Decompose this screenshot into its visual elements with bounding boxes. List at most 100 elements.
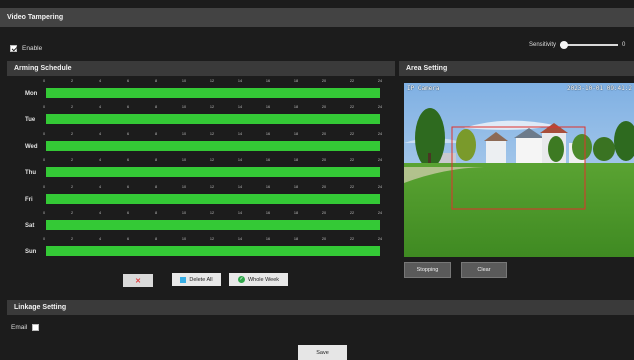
close-icon: ✕ (135, 277, 141, 285)
hour-tick: 22 (349, 79, 355, 83)
hour-tick: 0 (42, 184, 46, 189)
video-preview[interactable]: IP Camera 2023-10-01 09:41:2 (404, 83, 634, 257)
sensitivity-slider-handle[interactable] (560, 41, 569, 49)
hour-tick: 18 (293, 105, 299, 110)
save-button[interactable]: Save (298, 345, 347, 360)
delete-all-button[interactable]: Delete All (172, 273, 221, 286)
hour-tick: 6 (126, 131, 130, 136)
hour-tick: 0 (42, 211, 46, 215)
hour-tick: 4 (98, 131, 102, 136)
hour-tick: 22 (349, 184, 355, 189)
whole-week-label: Whole Week (247, 276, 280, 283)
linkage-setting-title: Linkage Setting (14, 304, 67, 311)
linkage-setting-header: Linkage Setting (7, 300, 634, 315)
schedule-bar[interactable] (46, 246, 380, 257)
hour-tick: 4 (98, 158, 102, 163)
clear-button[interactable]: Clear (461, 262, 507, 278)
hour-tick: 10 (181, 158, 187, 163)
hour-tick: 4 (98, 211, 102, 215)
hour-tick: 18 (293, 131, 299, 136)
hour-ticks: 0 2 4 6 8 10 12 14 16 18 20 22 24 (42, 211, 383, 220)
hour-tick: 0 (42, 79, 46, 83)
hour-tick: 18 (293, 237, 299, 242)
sensitivity-slider[interactable] (560, 41, 619, 49)
enable-row: Enable (10, 45, 42, 52)
hour-tick: 16 (265, 79, 271, 83)
hour-tick: 20 (321, 105, 327, 110)
hour-tick: 8 (154, 184, 158, 189)
schedule-bar[interactable] (46, 167, 380, 178)
hour-tick: 18 (293, 211, 299, 215)
hour-tick: 4 (98, 105, 102, 110)
schedule-bar[interactable] (46, 88, 380, 98)
hour-ticks: 0 2 4 6 8 10 12 14 16 18 20 22 24 (42, 131, 383, 141)
hour-tick: 0 (42, 158, 46, 163)
camera-scene (404, 83, 634, 257)
sensitivity-control: Sensitivity 0 (529, 41, 626, 49)
hour-tick: 14 (237, 211, 243, 215)
hour-tick: 10 (181, 79, 187, 83)
timestamp-overlay: 2023-10-01 09:41:2 (566, 85, 632, 92)
hour-tick: 12 (209, 158, 215, 163)
schedule-row: Sun 0 2 4 6 8 10 12 14 16 18 20 22 24 (7, 236, 395, 262)
hour-tick: 8 (154, 237, 158, 242)
hour-tick: 2 (70, 79, 74, 83)
hour-tick: 14 (237, 237, 243, 242)
hour-tick: 2 (70, 158, 74, 163)
stop-drawing-button[interactable]: Stopping (404, 262, 451, 278)
hour-tick: 22 (349, 158, 355, 163)
delete-all-label: Delete All (189, 276, 213, 283)
email-checkbox[interactable] (32, 324, 40, 331)
hour-tick: 16 (265, 105, 271, 110)
enable-label: Enable (22, 45, 43, 52)
schedule-bar[interactable] (46, 114, 380, 125)
hour-tick: 16 (265, 211, 271, 215)
hour-tick: 10 (181, 131, 187, 136)
schedule-row: Sat 0 2 4 6 8 10 12 14 16 18 20 22 24 (7, 210, 395, 236)
hour-tick: 10 (181, 237, 187, 242)
day-label: Sat (25, 223, 35, 229)
arming-schedule-header: Arming Schedule (7, 61, 395, 76)
hour-tick: 24 (377, 211, 383, 215)
schedule-bar[interactable] (46, 220, 380, 230)
hour-tick: 22 (349, 237, 355, 242)
email-row: Email (11, 324, 40, 331)
day-label: Thu (25, 170, 36, 177)
schedule-row: Tue 0 2 4 6 8 10 12 14 16 18 20 22 24 (7, 104, 395, 130)
camera-name-overlay: IP Camera (407, 85, 440, 92)
hour-tick: 14 (237, 79, 243, 83)
hour-tick: 12 (209, 131, 215, 136)
hour-tick: 12 (209, 211, 215, 215)
schedule-bar[interactable] (46, 140, 380, 151)
delete-button[interactable]: ✕ (123, 274, 153, 287)
day-label: Wed (25, 143, 38, 150)
hour-tick: 22 (349, 131, 355, 136)
hour-tick: 6 (126, 211, 130, 215)
hour-tick: 2 (70, 131, 74, 136)
whole-week-button[interactable]: ✓ Whole Week (229, 273, 288, 286)
hour-tick: 16 (265, 237, 271, 242)
area-setting-header: Area Setting (399, 61, 634, 76)
schedule-row: Wed 0 2 4 6 8 10 12 14 16 18 20 22 24 (7, 131, 395, 157)
hour-tick: 2 (70, 105, 74, 110)
page-title: Video Tampering (7, 14, 64, 21)
hour-tick: 2 (70, 184, 74, 189)
hour-tick: 12 (209, 184, 215, 189)
hour-tick: 6 (126, 184, 130, 189)
hour-tick: 24 (377, 105, 383, 110)
schedule-bar[interactable] (46, 193, 380, 204)
hour-tick: 20 (321, 158, 327, 163)
hour-tick: 6 (126, 158, 130, 163)
sensitivity-value: 0 (622, 42, 626, 48)
hour-tick: 6 (126, 105, 130, 110)
hour-tick: 12 (209, 79, 215, 83)
hour-ticks: 0 2 4 6 8 10 12 14 16 18 20 22 24 (42, 184, 382, 194)
hour-tick: 24 (377, 131, 383, 136)
arming-schedule-grid: Mon 0 2 4 6 8 10 12 14 16 18 20 22 24 Tue 0 2 4 6 8 10 12 14 16… (7, 78, 395, 290)
enable-checkbox[interactable] (10, 45, 17, 52)
hour-tick: 24 (377, 237, 383, 242)
hour-tick: 0 (42, 131, 46, 136)
hour-tick: 20 (321, 79, 327, 83)
arming-schedule-title: Arming Schedule (14, 65, 72, 72)
hour-tick: 16 (265, 184, 271, 189)
